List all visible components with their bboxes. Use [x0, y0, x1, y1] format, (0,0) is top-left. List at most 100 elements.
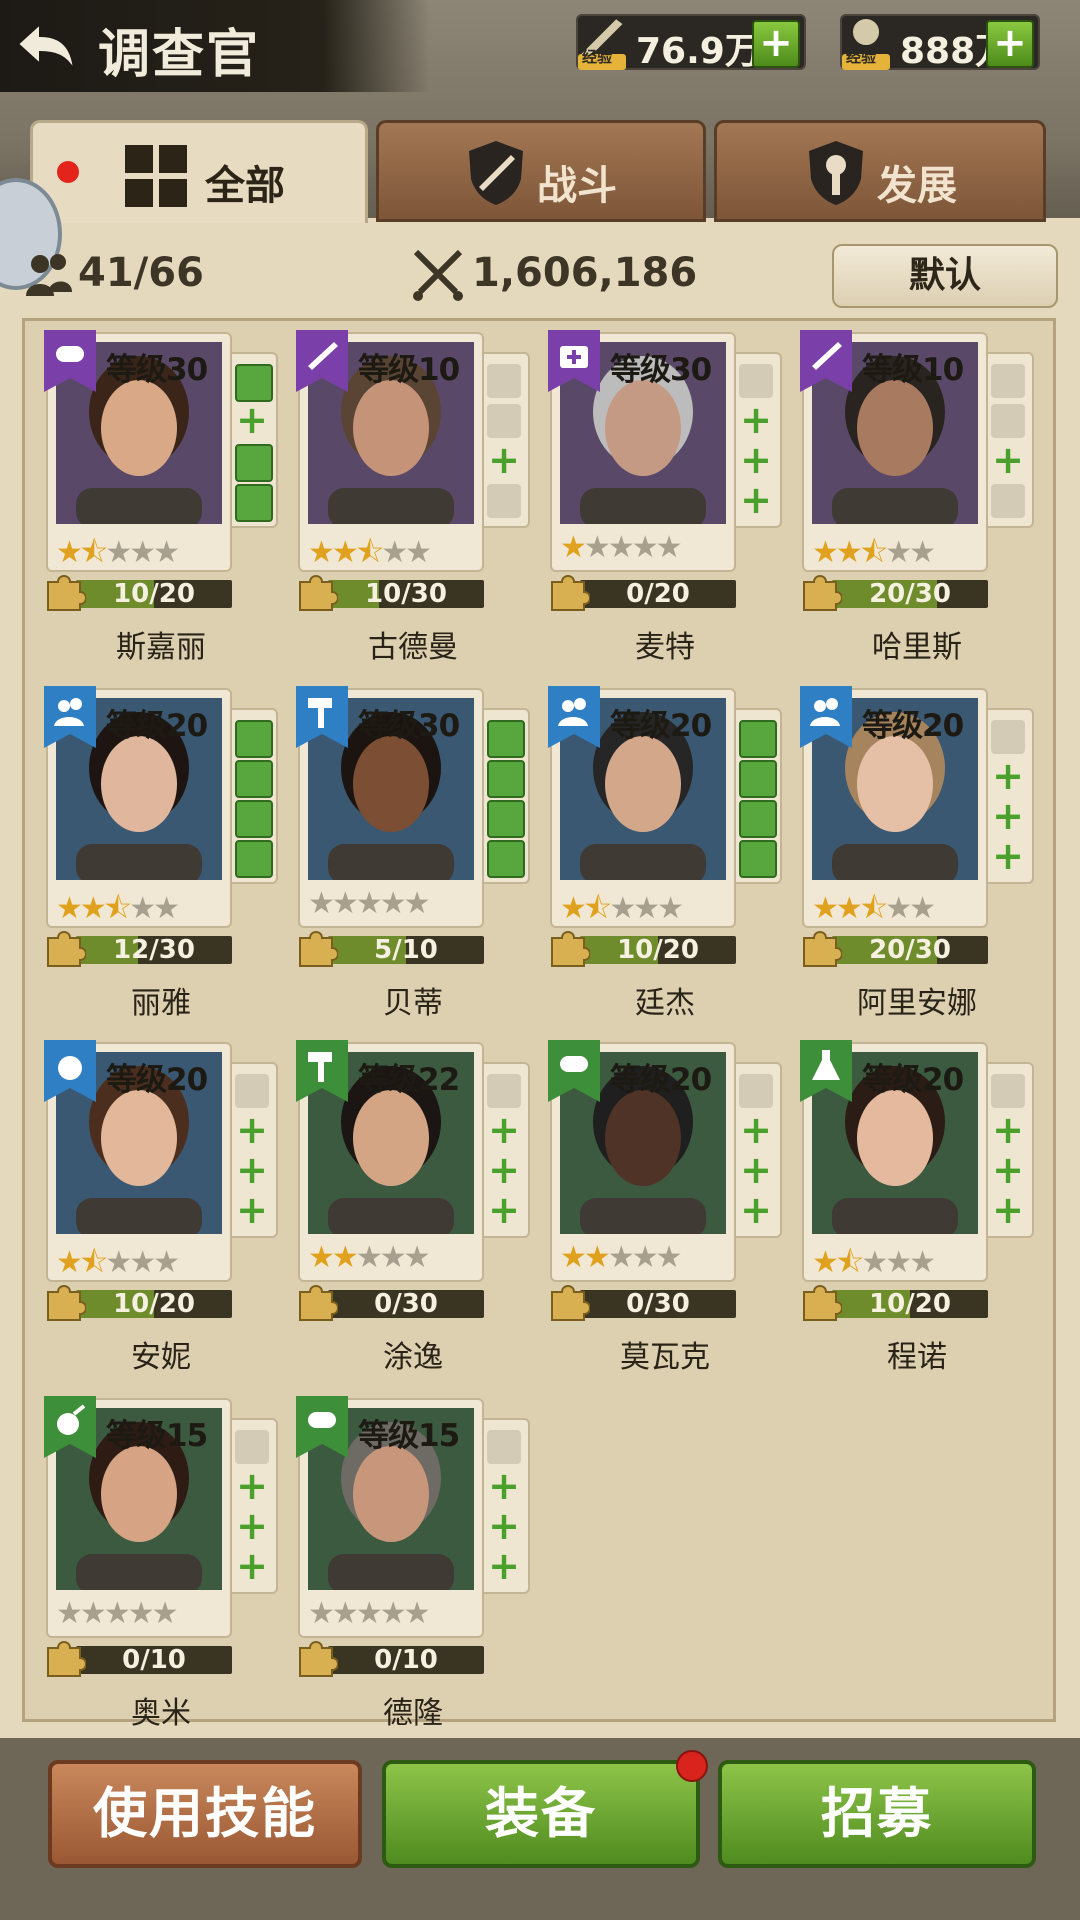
star-icon: ★	[655, 530, 683, 565]
add-equipment-slot[interactable]: +	[739, 401, 773, 439]
star-icon: ★	[909, 891, 936, 926]
add-equipment-slot[interactable]: +	[739, 1111, 773, 1149]
hammer-icon	[296, 686, 348, 748]
tomato-icon	[44, 1040, 96, 1102]
progress-text: 0/30	[374, 1290, 438, 1318]
add-equipment-slot[interactable]: +	[235, 401, 269, 439]
back-arrow-icon[interactable]	[12, 14, 82, 78]
add-equipment-slot[interactable]: +	[487, 1151, 521, 1189]
level-label: 等级30	[106, 352, 208, 388]
equipped-item[interactable]	[487, 760, 525, 798]
add-equipment-slot[interactable]: +	[487, 1191, 521, 1229]
empty-slot[interactable]	[487, 1430, 521, 1464]
investigator-card[interactable]: + 等级10 ★★⯪★★ 10/30 古德曼	[296, 330, 530, 665]
empty-slot[interactable]	[739, 364, 773, 398]
add-equipment-slot[interactable]: +	[991, 757, 1025, 795]
equipped-item[interactable]	[235, 760, 273, 798]
equipped-item[interactable]	[487, 800, 525, 838]
progress-text: 0/20	[626, 580, 690, 608]
equipped-item[interactable]	[235, 444, 273, 482]
add-equipment-slot[interactable]: +	[739, 481, 773, 519]
add-equipment-slot[interactable]: +	[235, 1191, 269, 1229]
equipped-item[interactable]	[487, 720, 525, 758]
empty-slot[interactable]	[991, 720, 1025, 754]
investigator-card[interactable]: + + + 等级15 ★★★★★ 0/10 德隆	[296, 1396, 530, 1731]
add-equipment-slot[interactable]: +	[235, 1151, 269, 1189]
star-icon: ★	[560, 530, 587, 565]
add-resource-button[interactable]: +	[752, 20, 800, 68]
empty-slot[interactable]	[235, 1430, 269, 1464]
add-equipment-slot[interactable]: +	[487, 1467, 521, 1505]
recruit-button[interactable]: 招募	[718, 1760, 1036, 1868]
empty-slot[interactable]	[739, 1074, 773, 1108]
tab-combat[interactable]: 战斗	[376, 120, 706, 222]
investigator-card[interactable]: + + + 等级20 ★★★★★ 0/30 莫瓦克	[548, 1040, 782, 1375]
add-equipment-slot[interactable]: +	[739, 1191, 773, 1229]
investigator-card[interactable]: + + + 等级20 ★⯪★★★ 10/20 安妮	[44, 1040, 278, 1375]
add-equipment-slot[interactable]: +	[739, 441, 773, 479]
portrait-frame: 等级15 ★★★★★	[44, 1396, 232, 1638]
star-icon: ★	[909, 1245, 936, 1280]
investigator-card[interactable]: + + + 等级15 ★★★★★ 0/10 奥米	[44, 1396, 278, 1731]
add-equipment-slot[interactable]: +	[991, 837, 1025, 875]
add-equipment-slot[interactable]: +	[991, 441, 1025, 479]
equipped-item[interactable]	[235, 800, 273, 838]
empty-slot[interactable]	[487, 1074, 521, 1108]
equipped-item[interactable]	[487, 840, 525, 878]
equipped-item[interactable]	[739, 720, 777, 758]
empty-slot[interactable]	[487, 404, 521, 438]
add-resource-button[interactable]: +	[986, 20, 1034, 68]
empty-slot[interactable]	[487, 484, 521, 518]
equipment-button[interactable]: 装备	[382, 1760, 700, 1868]
empty-slot[interactable]	[991, 1074, 1025, 1108]
empty-slot[interactable]	[991, 484, 1025, 518]
investigator-card[interactable]: + 等级10 ★★⯪★★ 20/30 哈里斯	[800, 330, 1034, 665]
add-equipment-slot[interactable]: +	[991, 1151, 1025, 1189]
investigator-card[interactable]: + + + 等级20 ★★⯪★★ 20/30 阿里安娜	[800, 686, 1034, 1021]
investigator-card[interactable]: + + + 等级22 ★★★★★ 0/30 涂逸	[296, 1040, 530, 1375]
exp-tag: 经验	[582, 48, 613, 66]
investigator-card[interactable]: 等级20 ★⯪★★★ 10/20 廷杰	[548, 686, 782, 1021]
equipped-item[interactable]	[235, 720, 273, 758]
add-equipment-slot[interactable]: +	[235, 1467, 269, 1505]
add-equipment-slot[interactable]: +	[235, 1547, 269, 1585]
puzzle-piece-icon	[546, 572, 591, 612]
equipped-item[interactable]	[739, 800, 777, 838]
investigator-card[interactable]: + 等级30 ★⯪★★★ 10/20 斯嘉丽	[44, 330, 278, 665]
empty-slot[interactable]	[991, 404, 1025, 438]
empty-slot[interactable]	[991, 364, 1025, 398]
add-equipment-slot[interactable]: +	[991, 797, 1025, 835]
add-equipment-slot[interactable]: +	[991, 1191, 1025, 1229]
investigator-card[interactable]: + + + 等级30 ★★★★★ 0/20 麦特	[548, 330, 782, 665]
add-equipment-slot[interactable]: +	[739, 1151, 773, 1189]
equipped-item[interactable]	[235, 364, 273, 402]
star-icon: ★	[583, 530, 611, 565]
empty-slot[interactable]	[235, 1074, 269, 1108]
progress-text: 0/30	[626, 1290, 690, 1318]
sort-default-button[interactable]: 默认	[832, 244, 1058, 308]
investigator-card[interactable]: 等级30 ★★★★★ 5/10 贝蒂	[296, 686, 530, 1021]
use-skill-button[interactable]: 使用技能	[48, 1760, 362, 1868]
add-equipment-slot[interactable]: +	[487, 441, 521, 479]
star-icon: ★	[403, 886, 431, 921]
add-equipment-slot[interactable]: +	[487, 1507, 521, 1545]
add-equipment-slot[interactable]: +	[235, 1111, 269, 1149]
add-equipment-slot[interactable]: +	[235, 1507, 269, 1545]
equipped-item[interactable]	[739, 840, 777, 878]
progress-text: 10/20	[617, 936, 699, 964]
investigator-card[interactable]: 等级20 ★★⯪★★ 12/30 丽雅	[44, 686, 278, 1021]
star-icon: ★	[56, 1245, 83, 1280]
add-equipment-slot[interactable]: +	[487, 1547, 521, 1585]
tab-development[interactable]: 发展	[714, 120, 1046, 222]
investigator-card[interactable]: + + + 等级20 ★⯪★★★ 10/20 程诺	[800, 1040, 1034, 1375]
add-equipment-slot[interactable]: +	[487, 1111, 521, 1149]
star-icon: ★	[885, 1245, 912, 1280]
equipped-item[interactable]	[739, 760, 777, 798]
tab-all[interactable]: 全部	[30, 120, 368, 223]
star-icon: ★	[56, 1596, 83, 1631]
empty-slot[interactable]	[487, 364, 521, 398]
equipped-item[interactable]	[235, 484, 273, 522]
flask-icon	[800, 1040, 852, 1102]
add-equipment-slot[interactable]: +	[991, 1111, 1025, 1149]
equipped-item[interactable]	[235, 840, 273, 878]
